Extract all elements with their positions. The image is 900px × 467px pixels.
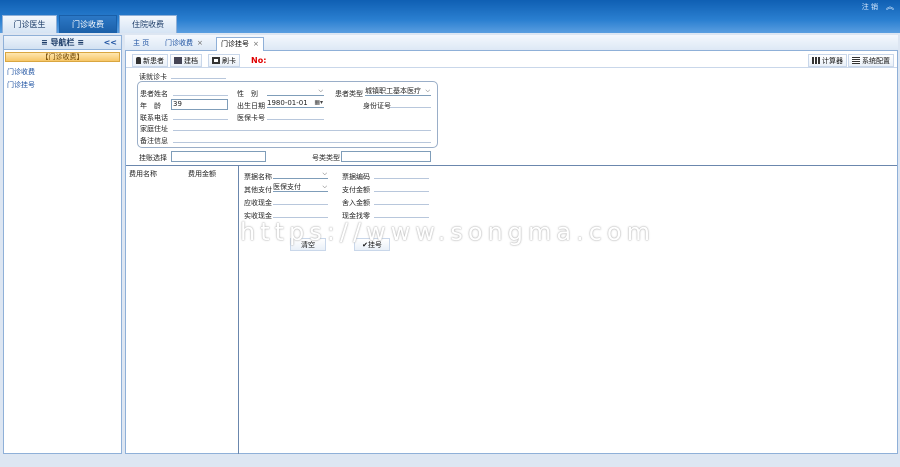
rounding-input[interactable] <box>374 204 429 205</box>
rounding-label: 舍入金额 <box>342 199 370 207</box>
register-panel: 新患者 建档 刷卡 No: 计算器 系统配置 读就诊卡 患者姓名 性 别 ⌵ 患… <box>125 51 898 454</box>
dept-label: 挂账选择 <box>139 154 167 162</box>
birthdate-label: 出生日期 <box>237 102 265 110</box>
page-tab-strip: 主 页 门诊收费 × 门诊挂号 × <box>125 35 898 51</box>
pay-amount-label: 支付金额 <box>342 186 370 194</box>
tab-label: 住院收费 <box>132 20 164 29</box>
birthdate-picker[interactable]: 1980-01-01 ▦▾ <box>267 99 324 108</box>
category-label: 号类类型 <box>312 154 340 162</box>
select-value: 城镇职工基本医疗 <box>365 87 421 95</box>
calculator-icon <box>812 57 820 64</box>
id-input[interactable] <box>390 107 431 108</box>
button-label: 建档 <box>184 57 198 65</box>
calendar-icon[interactable]: ▦▾ <box>314 99 323 107</box>
collapse-sidebar-icon[interactable]: << <box>104 36 117 50</box>
button-label: 新患者 <box>143 57 164 65</box>
watermark-text: https://www.songma.com <box>240 218 655 246</box>
tab-label: 门诊收费 <box>72 20 104 29</box>
remark-input[interactable] <box>173 142 431 143</box>
gender-label: 性 别 <box>237 90 258 98</box>
name-label: 患者姓名 <box>140 90 168 98</box>
sidebar-group-outpatient[interactable]: 【门诊收费】 <box>5 52 120 62</box>
age-input[interactable]: 39 <box>171 99 228 110</box>
chevron-down-icon: ⌵ <box>425 87 430 94</box>
fee-name-header: 费用名称 <box>129 170 157 178</box>
close-icon[interactable]: × <box>253 40 259 48</box>
select-value: 医保支付 <box>273 183 301 191</box>
receivable-input[interactable] <box>273 204 328 205</box>
image-icon <box>174 57 182 64</box>
archive-button[interactable]: 建档 <box>170 54 202 67</box>
tab-register[interactable]: 门诊挂号 × <box>216 37 264 51</box>
id-label: 身份证号 <box>363 102 391 110</box>
other-pay-label: 其他支付 <box>244 186 272 194</box>
tab-home[interactable]: 主 页 <box>129 37 153 51</box>
receivable-label: 应收现金 <box>244 199 272 207</box>
date-value: 1980-01-01 <box>267 99 308 107</box>
system-settings-button[interactable]: 系统配置 <box>848 54 894 67</box>
phone-label: 联系电话 <box>140 114 168 122</box>
chevron-down-icon: ⌵ <box>318 87 323 94</box>
receipt-no-label: No: <box>251 56 267 65</box>
fee-area: 费用名称 费用金额 票据名称 ⌵ 票据编码 其他支付 医保支付 ⌵ 支付金额 应收… <box>126 165 897 454</box>
button-label: 计算器 <box>822 57 843 65</box>
sidebar: ≡ 导航栏 ≡ << 【门诊收费】 门诊收费 门诊挂号 <box>3 35 122 454</box>
bill-code-label: 票据编码 <box>342 173 370 181</box>
pay-amount-input[interactable] <box>374 191 429 192</box>
gender-select[interactable]: ⌵ <box>267 87 324 96</box>
address-label: 家庭住址 <box>140 125 168 133</box>
close-icon[interactable]: × <box>197 39 203 47</box>
bill-code-input[interactable] <box>374 178 429 179</box>
fee-amount-header: 费用金额 <box>188 170 216 178</box>
bill-name-label: 票据名称 <box>244 173 272 181</box>
tab-label: 门诊医生 <box>13 20 46 29</box>
chevron-down-icon: ⌵ <box>322 170 327 177</box>
calculator-button[interactable]: 计算器 <box>808 54 847 67</box>
fee-list[interactable]: 费用名称 费用金额 <box>126 166 239 454</box>
bill-name-select[interactable]: ⌵ <box>273 170 328 179</box>
person-icon <box>136 57 141 64</box>
dept-input[interactable] <box>171 151 266 162</box>
new-patient-button[interactable]: 新患者 <box>132 54 168 67</box>
tab-charge[interactable]: 门诊收费 × <box>161 37 207 51</box>
collapse-top-icon[interactable]: ︽ <box>886 1 894 12</box>
insurance-input[interactable] <box>267 119 324 120</box>
group-label: 门诊收费 <box>48 53 77 61</box>
chevron-down-icon: ⌵ <box>322 183 327 190</box>
card-input[interactable] <box>171 78 226 79</box>
sidebar-item-register[interactable]: 门诊挂号 <box>7 80 35 90</box>
sidebar-header: ≡ 导航栏 ≡ << <box>4 36 121 50</box>
patient-type-select[interactable]: 城镇职工基本医疗 ⌵ <box>365 87 431 96</box>
other-pay-select[interactable]: 医保支付 ⌵ <box>273 183 328 192</box>
swipe-card-button[interactable]: 刷卡 <box>208 54 240 67</box>
fee-form: 票据名称 ⌵ 票据编码 其他支付 医保支付 ⌵ 支付金额 应收现金 舍入金额 实收… <box>240 166 440 454</box>
tab-label: 门诊挂号 <box>221 40 249 48</box>
phone-input[interactable] <box>173 119 228 120</box>
button-label: 刷卡 <box>222 57 236 65</box>
button-label: 系统配置 <box>862 57 890 65</box>
tab-outpatient-doctor[interactable]: 门诊医生 <box>2 15 57 33</box>
settings-list-icon <box>852 57 860 64</box>
tab-outpatient-charge[interactable]: 门诊收费 <box>59 15 117 33</box>
card-icon <box>212 57 220 64</box>
tab-inpatient-charge[interactable]: 住院收费 <box>119 15 177 33</box>
tab-label: 主 页 <box>133 39 150 47</box>
menu-icon: ≡ <box>41 38 48 47</box>
patient-type-label: 患者类型 <box>335 90 363 98</box>
patient-info-box: 患者姓名 性 别 ⌵ 患者类型 城镇职工基本医疗 ⌵ 年 龄 39 出生日期 19… <box>137 81 438 148</box>
address-input[interactable] <box>173 130 431 131</box>
tab-label: 门诊收费 <box>165 39 193 47</box>
name-input[interactable] <box>173 95 228 96</box>
toolbar: 新患者 建档 刷卡 No: 计算器 系统配置 <box>126 53 897 68</box>
sidebar-title: 导航栏 <box>50 38 75 47</box>
insurance-label: 医保卡号 <box>237 114 265 122</box>
category-input[interactable] <box>341 151 431 162</box>
age-label: 年 龄 <box>140 102 161 110</box>
remark-label: 备注信息 <box>140 137 168 145</box>
sidebar-item-charge[interactable]: 门诊收费 <box>7 67 35 77</box>
logout-link[interactable]: 注 销 <box>862 2 878 12</box>
menu-icon-right: ≡ <box>77 38 84 47</box>
